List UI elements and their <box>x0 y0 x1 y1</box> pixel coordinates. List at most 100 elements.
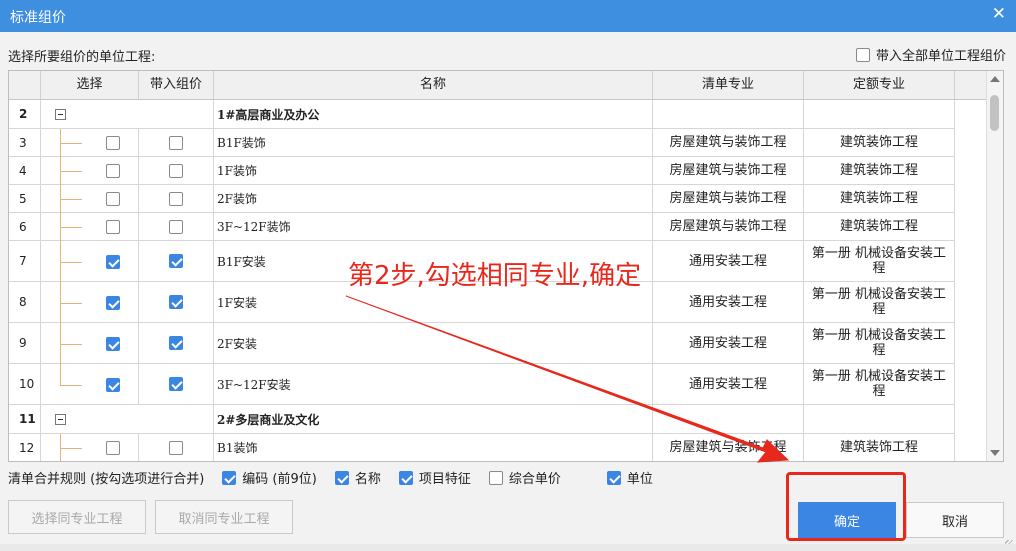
include-checkbox[interactable] <box>169 336 183 350</box>
merge-option-checkbox[interactable] <box>222 470 237 485</box>
quota-specialty: 建筑装饰工程 <box>804 185 955 212</box>
bill-specialty <box>653 100 804 128</box>
bill-specialty: 通用安装工程 <box>653 282 804 322</box>
close-icon[interactable]: ✕ <box>992 4 1006 24</box>
tree-line <box>60 385 82 386</box>
row-number: 4 <box>9 157 41 184</box>
select-cell <box>41 185 139 213</box>
table-row[interactable]: 9 2F安装 通用安装工程 第一册 机械设备安装工程 <box>9 323 955 364</box>
include-checkbox[interactable] <box>169 219 183 234</box>
tree-line <box>60 143 82 144</box>
unit-project-table: 选择 带入组价 名称 清单专业 定额专业 2 1#高层商业及办公 3 B1F装饰房… <box>8 70 1004 462</box>
select-cell <box>41 129 139 157</box>
merge-option[interactable]: 编码 (前9位) <box>222 468 317 487</box>
table-row[interactable]: 5 2F装饰 房屋建筑与装饰工程 建筑装饰工程 <box>9 185 955 213</box>
include-cell <box>139 241 214 281</box>
table-row[interactable]: 7 B1F安装 通用安装工程 第一册 机械设备安装工程 <box>9 241 955 282</box>
merge-rules: 清单合并规则 (按勾选项进行合并) 编码 (前9位) 名称 项目特征 综合单价 … <box>8 468 653 487</box>
quota-specialty <box>804 100 955 128</box>
select-checkbox[interactable] <box>106 164 120 178</box>
table-row[interactable]: 3 B1F装饰 房屋建筑与装饰工程 建筑装饰工程 <box>9 129 955 157</box>
include-all-checkbox[interactable] <box>855 47 870 62</box>
project-name: 3F~12F装饰 <box>214 213 653 240</box>
row-number: 9 <box>9 323 41 363</box>
merge-option[interactable]: 综合单价 <box>488 468 561 487</box>
collapse-icon[interactable] <box>55 414 66 425</box>
scroll-thumb[interactable] <box>990 95 999 131</box>
tree-line <box>60 303 82 304</box>
bill-specialty: 房屋建筑与装饰工程 <box>653 157 804 184</box>
select-cell <box>41 364 139 404</box>
merge-option[interactable]: 单位 <box>606 468 653 487</box>
cancel-button[interactable]: 取消 <box>906 502 1004 538</box>
merge-option-label: 单位 <box>626 472 653 487</box>
quota-specialty: 建筑装饰工程 <box>804 157 955 184</box>
select-cell <box>41 282 139 323</box>
include-all-label: 带入全部单位工程组价 <box>875 49 1006 64</box>
select-checkbox[interactable] <box>106 337 120 351</box>
include-all-option[interactable]: 带入全部单位工程组价 <box>855 45 1006 64</box>
scroll-down-icon[interactable] <box>990 450 1000 456</box>
include-cell <box>139 282 214 322</box>
include-checkbox[interactable] <box>169 163 183 178</box>
project-name: 1#高层商业及办公 <box>214 100 653 128</box>
row-number: 5 <box>9 185 41 212</box>
include-checkbox[interactable] <box>169 377 183 391</box>
select-cell <box>41 241 139 282</box>
quota-specialty: 第一册 机械设备安装工程 <box>804 282 955 322</box>
table-row[interactable]: 8 1F安装 通用安装工程 第一册 机械设备安装工程 <box>9 282 955 323</box>
table-row[interactable]: 6 3F~12F装饰 房屋建筑与装饰工程 建筑装饰工程 <box>9 213 955 241</box>
select-checkbox[interactable] <box>106 296 120 310</box>
merge-option-checkbox[interactable] <box>488 470 503 485</box>
confirm-button[interactable]: 确定 <box>798 502 896 538</box>
merge-options: 编码 (前9位) 名称 项目特征 综合单价 单位 <box>204 468 653 487</box>
merge-option[interactable]: 项目特征 <box>398 468 471 487</box>
row-number: 7 <box>9 241 41 281</box>
tree-line <box>60 199 82 200</box>
row-number: 3 <box>9 129 41 156</box>
tree-cell <box>41 100 214 128</box>
include-checkbox[interactable] <box>169 191 183 206</box>
select-checkbox[interactable] <box>106 220 120 234</box>
group-row[interactable]: 2 1#高层商业及办公 <box>9 100 955 129</box>
collapse-icon[interactable] <box>55 109 66 120</box>
vertical-scrollbar[interactable] <box>986 71 1003 461</box>
merge-option-label: 项目特征 <box>418 472 471 487</box>
table-row[interactable]: 4 1F装饰 房屋建筑与装饰工程 建筑装饰工程 <box>9 157 955 185</box>
select-checkbox[interactable] <box>106 136 120 150</box>
scroll-up-icon[interactable] <box>990 76 1000 82</box>
title-bar: 标准组价 ✕ <box>0 0 1016 32</box>
bill-specialty: 房屋建筑与装饰工程 <box>653 213 804 240</box>
include-checkbox[interactable] <box>169 295 183 309</box>
include-checkbox[interactable] <box>169 254 183 268</box>
select-checkbox[interactable] <box>106 255 120 269</box>
table-row[interactable]: 10 3F~12F安装 通用安装工程 第一册 机械设备安装工程 <box>9 364 955 405</box>
merge-option-checkbox[interactable] <box>606 470 621 485</box>
include-cell <box>139 323 214 363</box>
merge-option-checkbox[interactable] <box>334 470 349 485</box>
select-checkbox[interactable] <box>106 441 120 455</box>
group-row[interactable]: 11 2#多层商业及文化 <box>9 405 955 434</box>
tree-line <box>60 448 82 449</box>
merge-option[interactable]: 名称 <box>334 468 381 487</box>
include-cell <box>139 157 214 184</box>
select-checkbox[interactable] <box>106 192 120 206</box>
table-row[interactable]: 12 B1装饰 房屋建筑与装饰工程 建筑装饰工程 <box>9 434 955 461</box>
quota-specialty: 建筑装饰工程 <box>804 434 955 461</box>
select-cell <box>41 323 139 364</box>
select-same-specialty-button[interactable]: 选择同专业工程 <box>8 500 146 534</box>
project-name: 2#多层商业及文化 <box>214 405 653 433</box>
include-checkbox[interactable] <box>169 135 183 150</box>
row-number: 12 <box>9 434 41 461</box>
merge-option-label: 名称 <box>354 472 381 487</box>
select-checkbox[interactable] <box>106 378 120 392</box>
header-bill-specialty: 清单专业 <box>653 71 804 99</box>
cancel-same-specialty-button[interactable]: 取消同专业工程 <box>155 500 293 534</box>
include-checkbox[interactable] <box>169 440 183 455</box>
quota-specialty: 第一册 机械设备安装工程 <box>804 241 955 281</box>
merge-option-checkbox[interactable] <box>398 470 413 485</box>
select-cell <box>41 213 139 241</box>
quota-specialty: 建筑装饰工程 <box>804 213 955 240</box>
select-cell <box>41 434 139 461</box>
quota-specialty: 第一册 机械设备安装工程 <box>804 364 955 404</box>
